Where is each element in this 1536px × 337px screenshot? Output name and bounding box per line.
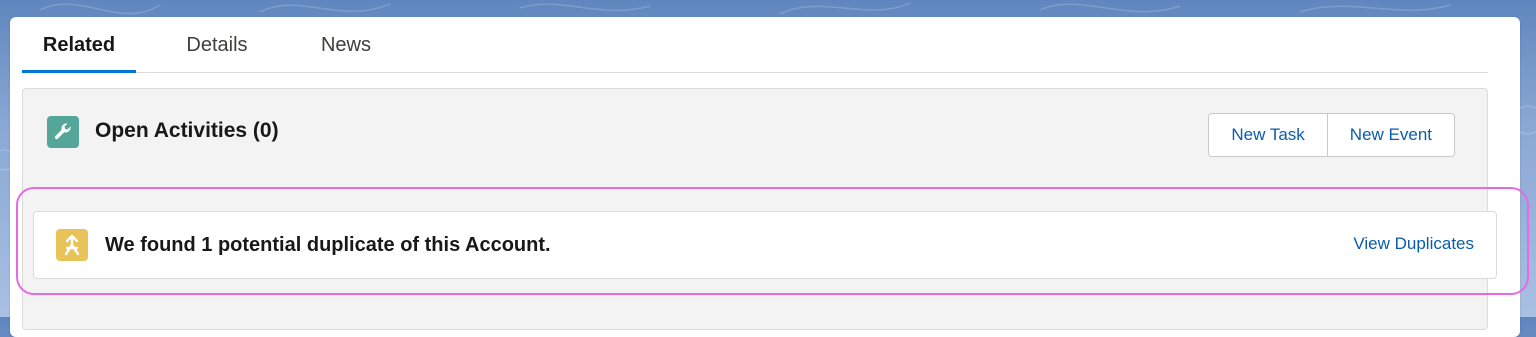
- tab-news[interactable]: News: [316, 30, 376, 72]
- related-panel: Open Activities (0) New Task New Event: [22, 88, 1488, 330]
- activity-button-group: New Task New Event: [1208, 113, 1455, 157]
- new-event-button[interactable]: New Event: [1326, 114, 1454, 156]
- open-activities-header: Open Activities (0) New Task New Event: [45, 113, 1465, 157]
- tab-details[interactable]: Details: [182, 30, 252, 72]
- new-task-button[interactable]: New Task: [1209, 114, 1327, 156]
- merge-icon: [56, 229, 88, 261]
- tab-bar: Related Details News: [22, 30, 1488, 73]
- duplicate-alert: We found 1 potential duplicate of this A…: [33, 211, 1497, 279]
- wrench-icon: [47, 116, 79, 148]
- open-activities-title: Open Activities (0): [95, 119, 279, 142]
- duplicate-alert-message: We found 1 potential duplicate of this A…: [105, 234, 551, 256]
- tab-related[interactable]: Related: [22, 30, 136, 73]
- view-duplicates-link[interactable]: View Duplicates: [1353, 234, 1474, 254]
